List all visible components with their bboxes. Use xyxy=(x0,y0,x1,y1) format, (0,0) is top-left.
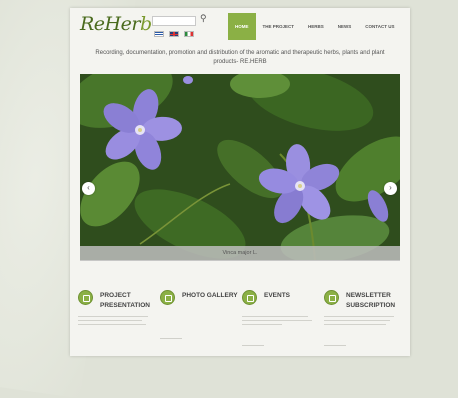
feature-title: EVENTS xyxy=(264,292,291,299)
feature-text-placeholder xyxy=(324,316,398,336)
nav-item-the-project[interactable]: THE PROJECT xyxy=(256,13,302,40)
nav-item-contact-us[interactable]: CONTACT US xyxy=(358,13,401,40)
site-logo[interactable]: ReHerb xyxy=(80,13,152,35)
read-more-link[interactable] xyxy=(242,345,264,346)
nav-item-news[interactable]: NEWS xyxy=(331,13,359,40)
feature-text-placeholder xyxy=(242,316,316,336)
search-icon[interactable]: ⚲ xyxy=(200,13,207,24)
nav-item-herbs[interactable]: HERBS xyxy=(301,13,331,40)
calendar-icon xyxy=(242,290,257,305)
main-nav: HOME THE PROJECT HERBS NEWS CONTACT US xyxy=(228,13,401,40)
feature-title: PHOTO GALLERY xyxy=(182,292,238,299)
flag-italy-icon[interactable] xyxy=(184,31,194,37)
image-slider[interactable] xyxy=(80,74,400,260)
slider-prev-button[interactable]: ‹ xyxy=(82,182,95,195)
flag-uk-icon[interactable] xyxy=(169,31,179,37)
flag-greece-icon[interactable] xyxy=(154,31,164,37)
slide-image xyxy=(80,74,400,260)
slide-caption: Vinca major L. xyxy=(80,246,400,261)
site-tagline: Recording, documentation, promotion and … xyxy=(95,50,385,65)
camera-icon xyxy=(160,290,175,305)
read-more-link[interactable] xyxy=(160,338,182,339)
feature-title: PROJECT PRESENTATION xyxy=(100,292,150,309)
language-selector xyxy=(154,31,194,37)
nav-item-home[interactable]: HOME xyxy=(228,13,256,40)
envelope-icon xyxy=(324,290,339,305)
site-header: ReHerb ⚲ HOME THE PROJECT HERBS NEWS CON… xyxy=(70,8,410,42)
logo-text: ReHer xyxy=(80,13,140,35)
web-page: ReHerb ⚲ HOME THE PROJECT HERBS NEWS CON… xyxy=(70,8,410,356)
read-more-link[interactable] xyxy=(324,345,346,346)
feature-boxes: PROJECT PRESENTATION PHOTO GALLERY EVENT… xyxy=(70,290,410,356)
feature-title: NEWSLETTER SUBSCRIPTION xyxy=(346,292,396,309)
logo-accent: b xyxy=(139,13,152,35)
search-input[interactable] xyxy=(152,16,196,26)
project-icon xyxy=(78,290,93,305)
slider-next-button[interactable]: › xyxy=(384,182,397,195)
feature-text-placeholder xyxy=(78,316,152,336)
